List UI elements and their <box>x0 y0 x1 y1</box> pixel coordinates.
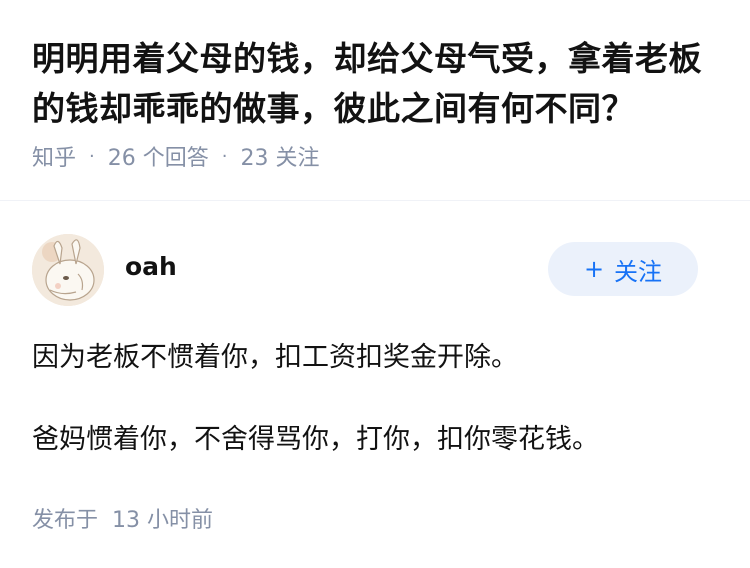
question-title[interactable]: 明明用着父母的钱，却给父母气受，拿着老板的钱却乖乖的做事，彼此之间有何不同？ <box>32 34 722 134</box>
follower-count[interactable]: 23 关注 <box>240 140 319 172</box>
question-meta: 知乎 · 26 个回答 · 23 关注 <box>32 140 722 172</box>
meta-separator: · <box>221 145 228 167</box>
posted-label: 发布于 <box>32 508 99 533</box>
posted-time: 发布于 13 小时前 <box>32 502 213 534</box>
answer-count[interactable]: 26 个回答 <box>108 140 209 172</box>
follow-button[interactable]: + 关注 <box>548 242 698 296</box>
plus-icon: + <box>583 255 605 283</box>
avatar[interactable] <box>32 234 104 306</box>
answer-paragraph: 爸妈惯着你，不舍得骂你，打你，扣你零花钱。 <box>32 424 599 455</box>
author-row: oah + 关注 <box>32 234 698 306</box>
question-header: 明明用着父母的钱，却给父母气受，拿着老板的钱却乖乖的做事，彼此之间有何不同？ 知… <box>32 34 722 172</box>
posted-time-value: 13 小时前 <box>112 508 214 533</box>
meta-separator: · <box>89 145 95 167</box>
avatar-illustration-icon <box>32 234 104 306</box>
follow-label: 关注 <box>614 257 663 286</box>
answer-content: 因为老板不惯着你，扣工资扣奖金开除。 爸妈惯着你，不舍得骂你，打你，扣你零花钱。 <box>32 338 722 460</box>
answer-paragraph: 因为老板不惯着你，扣工资扣奖金开除。 <box>32 342 518 373</box>
source-label[interactable]: 知乎 <box>32 140 76 172</box>
section-divider <box>0 200 750 201</box>
author-name[interactable]: oah <box>125 252 177 281</box>
